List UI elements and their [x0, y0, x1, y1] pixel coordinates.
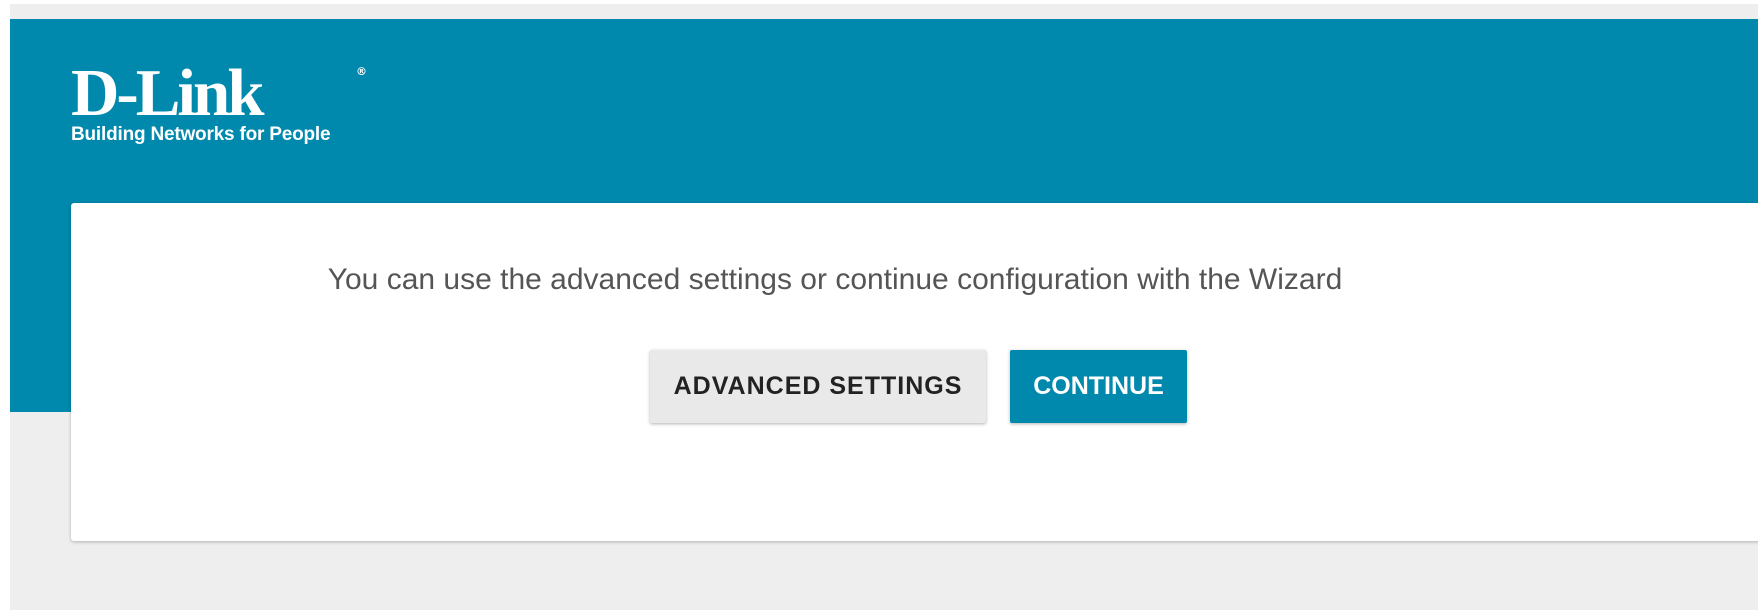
logo-wordmark: D-Link ®: [71, 60, 367, 127]
registered-mark: ®: [356, 65, 367, 78]
advanced-settings-button[interactable]: ADVANCED SETTINGS: [650, 350, 986, 423]
continue-button[interactable]: CONTINUE: [1010, 350, 1187, 423]
button-group: ADVANCED SETTINGS CONTINUE: [650, 350, 1187, 423]
wizard-message: You can use the advanced settings or con…: [327, 263, 1343, 296]
dlink-logo: D-Link ® Building Networks for People: [71, 60, 367, 146]
wizard-card: You can use the advanced settings or con…: [71, 203, 1758, 541]
logo-text: D-Link: [71, 56, 265, 130]
page: D-Link ® Building Networks for People You…: [10, 4, 1758, 610]
